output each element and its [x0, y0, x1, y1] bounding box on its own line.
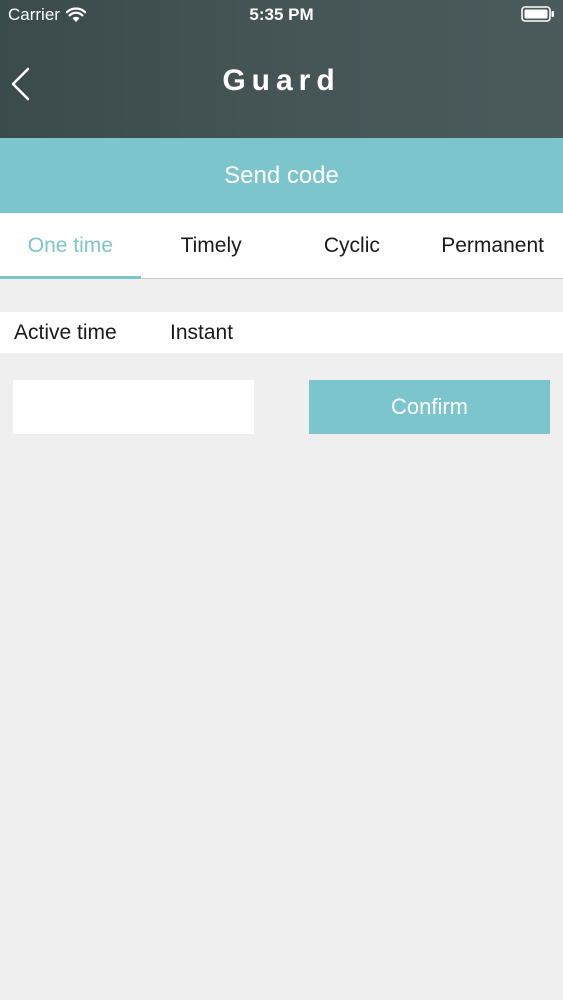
- tab-label: Timely: [180, 233, 242, 257]
- tab-cyclic[interactable]: Cyclic: [282, 213, 423, 278]
- header-background: Carrier 5:35 PM Guard: [0, 0, 563, 138]
- code-type-tabs: One time Timely Cyclic Permanent: [0, 213, 563, 279]
- tab-label: Permanent: [441, 233, 544, 257]
- tab-timely[interactable]: Timely: [141, 213, 282, 278]
- status-bar: Carrier 5:35 PM: [0, 0, 563, 28]
- tab-permanent[interactable]: Permanent: [422, 213, 563, 278]
- active-time-row: Active time Instant: [0, 312, 563, 353]
- code-input[interactable]: [13, 380, 254, 434]
- navigation-bar: Guard: [0, 28, 563, 138]
- send-code-label: Send code: [224, 161, 339, 189]
- confirm-label: Confirm: [390, 394, 468, 419]
- send-code-button[interactable]: Send code: [0, 138, 563, 213]
- confirm-button[interactable]: Confirm: [309, 380, 550, 434]
- active-time-value: Instant: [170, 320, 234, 344]
- tab-one-time[interactable]: One time: [0, 213, 141, 279]
- status-time: 5:35 PM: [249, 5, 314, 24]
- battery-icon: [521, 6, 554, 22]
- active-time-label: Active time: [14, 320, 117, 344]
- page-title: Guard: [222, 64, 341, 97]
- tab-label: Cyclic: [323, 233, 380, 257]
- tab-label: One time: [27, 233, 113, 257]
- guard-screen: Carrier 5:35 PM Guard Send code One time…: [0, 0, 563, 1000]
